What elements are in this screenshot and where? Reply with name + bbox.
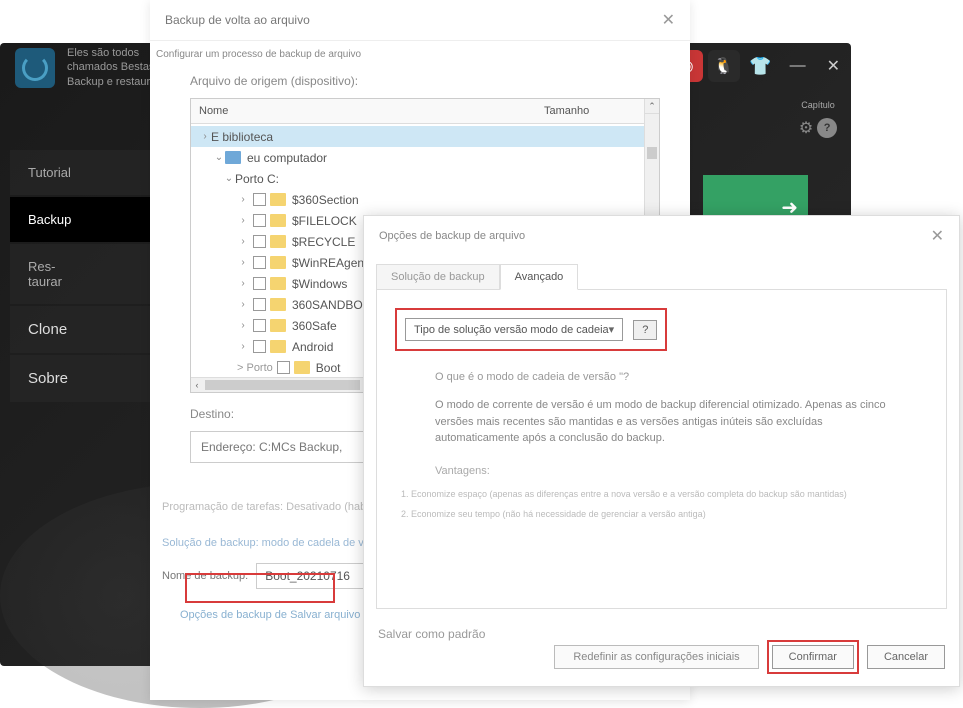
close-button[interactable]: ✕ (819, 52, 848, 80)
folder-icon (270, 214, 286, 227)
tree-header-name[interactable]: Nome (191, 99, 536, 123)
right-panel: Capítulo ⚙ ? (793, 100, 843, 138)
help-button[interactable]: ? (633, 320, 657, 340)
advantage-2: 2. Economize seu tempo (não há necessida… (401, 509, 928, 519)
tree-row-computer[interactable]: ⌄ eu computador (191, 147, 659, 168)
tree-header: Nome Tamanho (191, 99, 659, 124)
settings-icon[interactable]: ⚙ (799, 118, 813, 138)
modal-title: Backup de volta ao arquivo (165, 13, 310, 27)
sidebar-item-clone[interactable]: Clone (10, 306, 155, 353)
sidebar: Tutorial Backup Res- taurar Clone Sobre (10, 150, 155, 404)
help-icon[interactable]: ? (817, 118, 837, 138)
folder-icon (270, 193, 286, 206)
computer-icon (225, 151, 241, 164)
titlebar-icons: ◉ 🐧 👕 — ✕ (671, 50, 848, 82)
folder-icon (270, 340, 286, 353)
tree-row[interactable]: ›$360Section (191, 189, 659, 210)
tab-content: Tipo de solução versão modo de cadeia ? … (376, 289, 947, 609)
sidebar-item-tutorial[interactable]: Tutorial (10, 150, 155, 195)
folder-icon (270, 319, 286, 332)
close-icon[interactable]: ✕ (931, 226, 944, 246)
tabs: Solução de backup Avançado (376, 264, 947, 290)
advantages-label: Vantagens: (435, 465, 888, 477)
folder-icon (270, 256, 286, 269)
sidebar-item-about[interactable]: Sobre (10, 355, 155, 402)
cancel-button[interactable]: Cancelar (867, 645, 945, 669)
reset-button[interactable]: Redefinir as configurações iniciais (554, 645, 758, 669)
expand-icon[interactable]: › (199, 131, 211, 142)
advantage-1: 1. Economize espaço (apenas as diferença… (401, 489, 928, 499)
folder-icon (270, 298, 286, 311)
checkbox[interactable] (253, 298, 266, 311)
modal-subtitle: Configurar um processo de backup de arqu… (150, 41, 690, 64)
theme-icon[interactable]: 👕 (745, 50, 777, 82)
source-label: Arquivo de origem (dispositivo): (190, 74, 660, 88)
checkbox[interactable] (253, 256, 266, 269)
description-text: O modo de corrente de versão é um modo d… (435, 397, 888, 447)
scroll-thumb[interactable] (205, 380, 360, 390)
sidebar-item-backup[interactable]: Backup (10, 197, 155, 242)
backup-name-label: Nome de backup: (162, 570, 248, 582)
folder-icon (270, 277, 286, 290)
folder-icon (294, 361, 310, 374)
checkbox[interactable] (253, 214, 266, 227)
tab-advanced[interactable]: Avançado (500, 264, 579, 290)
checkbox[interactable] (253, 340, 266, 353)
minimize-button[interactable]: — (782, 53, 814, 79)
sidebar-item-restore[interactable]: Res- taurar (10, 244, 155, 304)
highlight-annotation: Tipo de solução versão modo de cadeia ? (395, 308, 667, 351)
scroll-up-icon[interactable]: ⌃ (645, 99, 659, 114)
tree-row-portc[interactable]: ⌄ Porto C: (191, 168, 659, 189)
options-title: Opções de backup de arquivo (379, 230, 525, 242)
scroll-left-icon[interactable]: ‹ (191, 380, 203, 390)
app-icon (15, 48, 55, 88)
type-row: Tipo de solução versão modo de cadeia ? (405, 318, 657, 341)
description-question: O que é o modo de cadeia de versão "? (435, 371, 928, 383)
tree-header-size[interactable]: Tamanho (536, 99, 659, 123)
qq-icon[interactable]: 🐧 (708, 50, 740, 82)
scroll-thumb[interactable] (647, 147, 657, 159)
confirm-button[interactable]: Confirmar (772, 645, 854, 669)
options-modal: Opções de backup de arquivo ✕ Solução de… (363, 215, 960, 687)
options-header: Opções de backup de arquivo ✕ (364, 216, 959, 256)
options-footer: Redefinir as configurações iniciais Conf… (554, 640, 945, 674)
chapter-label: Capítulo (801, 100, 835, 110)
highlight-annotation: Confirmar (767, 640, 859, 674)
checkbox[interactable] (253, 277, 266, 290)
solution-type-select[interactable]: Tipo de solução versão modo de cadeia (405, 318, 623, 341)
checkbox[interactable] (253, 193, 266, 206)
tab-solution[interactable]: Solução de backup (376, 264, 500, 290)
checkbox[interactable] (277, 361, 290, 374)
collapse-icon[interactable]: ⌄ (213, 152, 225, 163)
checkbox[interactable] (253, 235, 266, 248)
folder-icon (270, 235, 286, 248)
tree-row-library[interactable]: › E biblioteca (191, 126, 659, 147)
checkbox[interactable] (253, 319, 266, 332)
close-icon[interactable]: ✕ (662, 10, 675, 30)
modal-header: Backup de volta ao arquivo ✕ (150, 0, 690, 41)
collapse-icon[interactable]: ⌄ (223, 173, 235, 184)
